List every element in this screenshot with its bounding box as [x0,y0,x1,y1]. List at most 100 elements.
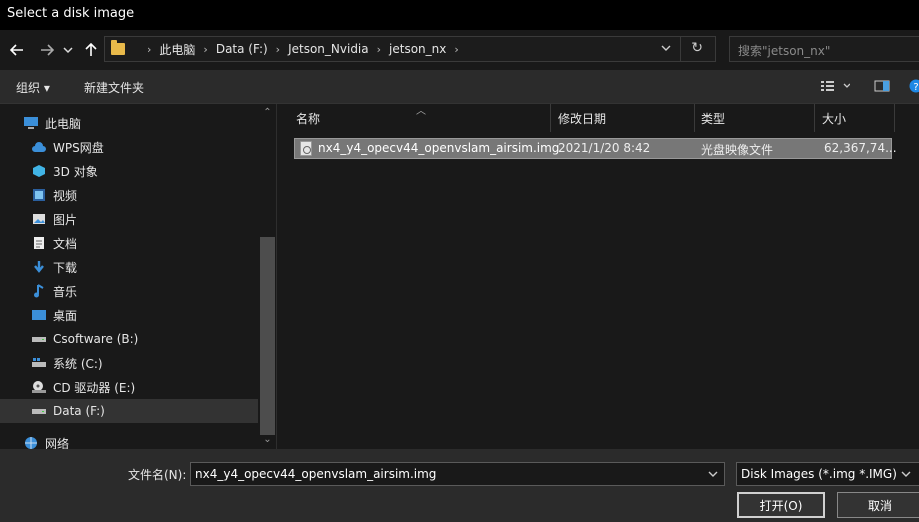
sidebar-item-videos[interactable]: 视频 [0,183,258,207]
cloud-icon [31,140,47,154]
desktop-icon [31,308,47,322]
organize-menu[interactable]: 组织 ▾ [16,79,50,96]
preview-pane-icon[interactable] [874,79,890,96]
sidebar-item-drive-f[interactable]: Data (F:) [0,399,258,423]
file-list: ︿ 名称 修改日期 类型 大小 nx4_y4_opecv44_openvslam… [277,104,919,449]
breadcrumb-separator[interactable]: › [203,43,207,56]
forward-button[interactable] [36,39,58,61]
navigation-bar: › 此电脑 › Data (F:) › Jetson_Nvidia › jets… [0,30,919,70]
file-size: 62,367,74... [824,141,897,155]
sidebar-item-drive-b[interactable]: Csoftware (B:) [0,327,258,351]
sidebar-item-label: 音乐 [53,284,78,299]
breadcrumb-separator[interactable]: › [276,43,280,56]
download-icon [31,260,47,274]
column-divider[interactable] [694,104,695,132]
sidebar-item-3d-objects[interactable]: 3D 对象 [0,159,258,183]
help-icon[interactable]: ? [909,79,919,96]
back-button[interactable] [6,39,28,61]
file-modified: 2021/1/20 8:42 [558,141,651,155]
sidebar-item-label: 桌面 [53,308,78,323]
breadcrumb-separator[interactable]: › [377,43,381,56]
sidebar-item-downloads[interactable]: 下载 [0,255,258,279]
sidebar-scrollbar[interactable]: ⌃ ⌄ [259,104,276,449]
sidebar-item-music[interactable]: 音乐 [0,279,258,303]
column-divider[interactable] [550,104,551,132]
breadcrumb-item[interactable]: 此电脑 [159,41,195,58]
drive-icon [31,332,47,346]
breadcrumb-item[interactable]: Jetson_Nvidia [288,42,369,56]
breadcrumb-item[interactable]: Data (F:) [216,42,268,56]
chevron-down-icon[interactable] [901,467,911,481]
column-header-type[interactable]: 类型 [701,104,725,132]
toolbar: 组织 ▾ 新建文件夹 ? [0,70,919,104]
file-type-select[interactable]: Disk Images (*.img *.IMG) [736,462,919,486]
computer-icon [23,116,39,130]
sidebar-item-wps-drive[interactable]: WPS网盘 [0,135,258,159]
search-input[interactable]: 搜索"jetson_nx" [729,36,919,62]
window-title: Select a disk image [7,6,135,21]
sidebar-item-label: 此电脑 [45,116,82,131]
up-button[interactable] [80,39,102,61]
sidebar-item-label: 系统 (C:) [53,356,103,371]
scroll-up-icon[interactable]: ⌃ [259,107,276,118]
new-folder-button[interactable]: 新建文件夹 [84,79,144,96]
view-options-icon[interactable] [820,79,851,96]
music-icon [31,284,47,298]
address-bar[interactable]: › 此电脑 › Data (F:) › Jetson_Nvidia › jets… [104,36,716,62]
disk-image-file-icon [300,141,312,156]
cancel-button[interactable]: 取消 [837,492,919,518]
filename-value: nx4_y4_opecv44_openvslam_airsim.img [195,467,437,481]
file-name: nx4_y4_opecv44_openvslam_airsim.img [318,141,560,155]
drive-icon [31,404,47,418]
scrollbar-thumb[interactable] [260,237,275,435]
file-row[interactable]: nx4_y4_opecv44_openvslam_airsim.img 2021… [294,138,897,159]
file-type-value: Disk Images (*.img *.IMG) [741,467,897,481]
breadcrumb-item[interactable]: jetson_nx [389,42,446,56]
refresh-icon[interactable]: ↻ [691,40,703,56]
scroll-down-icon[interactable]: ⌄ [259,434,276,445]
cd-drive-icon [31,380,47,394]
address-dropdown-icon[interactable] [661,41,671,55]
sidebar-item-label: 图片 [53,212,78,227]
chevron-down-icon[interactable] [708,467,718,481]
column-divider[interactable] [814,104,815,132]
sidebar-item-drive-c[interactable]: 系统 (C:) [0,351,258,375]
open-button[interactable]: 打开(O) [737,492,825,518]
dialog-footer: 文件名(N): nx4_y4_opecv44_openvslam_airsim.… [0,449,919,522]
system-drive-icon [31,356,47,370]
sidebar-item-documents[interactable]: 文档 [0,231,258,255]
title-bar: Select a disk image [0,0,919,30]
arrow-left-icon [10,44,23,56]
column-divider[interactable] [894,104,895,132]
sidebar-item-label: 文档 [53,236,78,251]
sidebar-item-pictures[interactable]: 图片 [0,207,258,231]
network-icon [23,436,39,450]
picture-icon [31,212,47,226]
column-header-size[interactable]: 大小 [822,104,846,132]
video-icon [31,188,47,202]
sort-ascending-icon: ︿ [416,106,426,117]
recent-locations-button[interactable] [60,39,76,61]
address-divider [680,37,681,61]
sidebar-item-this-pc[interactable]: 此电脑 [0,111,258,135]
folder-icon [111,40,125,55]
chevron-down-icon [63,47,73,54]
arrow-right-icon [41,44,54,56]
document-icon [31,236,47,250]
navigation-pane: 此电脑 WPS网盘 3D 对象 视频 图片 文档 下载 音乐 桌面 Csoftw… [0,104,277,451]
sidebar-item-label: CD 驱动器 (E:) [53,380,136,395]
column-header-name[interactable]: 名称 [296,104,320,132]
filename-input[interactable]: nx4_y4_opecv44_openvslam_airsim.img [190,462,725,486]
cube-icon [31,164,47,178]
sidebar-item-drive-e[interactable]: CD 驱动器 (E:) [0,375,258,399]
breadcrumb-separator: › [147,42,152,56]
sidebar-item-label: 视频 [53,188,78,203]
arrow-up-icon [85,43,97,56]
sidebar-item-desktop[interactable]: 桌面 [0,303,258,327]
file-type: 光盘映像文件 [701,143,774,157]
column-header-modified[interactable]: 修改日期 [558,104,606,132]
sidebar-item-label: 下载 [53,260,78,275]
breadcrumb-separator[interactable]: › [454,43,458,56]
filename-label: 文件名(N): [128,468,187,482]
sidebar-item-label: Data (F:) [53,404,105,418]
